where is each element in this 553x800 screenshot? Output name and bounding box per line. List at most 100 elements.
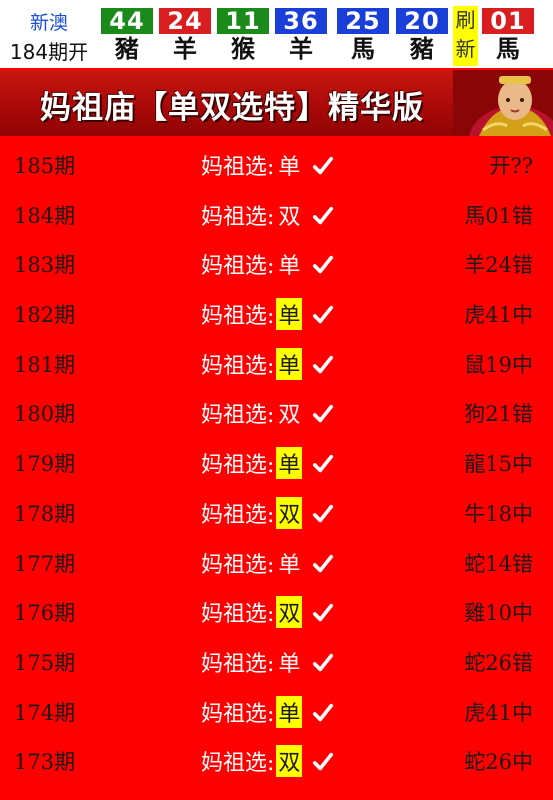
prediction-row: 184期 妈祖选: 双 馬01错 [0,188,553,238]
pick-label: 妈祖选: [201,751,275,777]
result-label: 牛18中 [464,501,533,526]
period-label: 180期 [14,402,76,427]
pick-value: 双 [276,496,303,529]
prediction-row: 180期 妈祖选: 双 狗21错 [0,386,553,436]
checkmark-icon [312,403,334,425]
period-label: 183期 [14,253,76,278]
ball-zodiac: 豬 [115,34,139,63]
ball-number: 01 [482,8,534,34]
pick-label: 妈祖选: [201,155,275,180]
checkmark-icon [312,503,334,525]
pick-label: 妈祖选: [201,701,275,727]
ball-number: 20 [396,8,448,34]
prediction-row: 175期 妈祖选: 单 蛇26错 [0,635,553,685]
result-label: 蛇14错 [464,551,533,576]
pick-cell: 妈祖选: 单 [201,447,334,480]
period-label: 185期 [14,154,76,178]
ball-number: 11 [217,8,269,34]
checkmark-icon [312,205,334,227]
pick-value: 单 [276,695,303,728]
draw-result-bar: 新澳 184期开 44 豬 24 羊 11 猴 36 羊 25 馬 20 豬 刷… [0,0,553,68]
result-label: 馬01错 [464,203,533,228]
pick-label: 妈祖选: [201,651,275,677]
pick-value: 双 [278,403,301,429]
checkmark-icon [312,751,334,773]
prediction-row: 179期 妈祖选: 单 龍15中 [0,436,553,486]
pick-cell: 妈祖选: 双 [201,596,334,629]
result-label: 雞10中 [464,601,533,626]
checkmark-icon [312,453,334,475]
pick-label: 妈祖选: [201,502,275,528]
pick-cell: 妈祖选: 单 [201,347,334,380]
result-label: 羊24错 [464,253,533,278]
refresh-button[interactable]: 刷 新 [453,6,478,66]
pick-value: 双 [278,204,301,230]
prediction-row: 173期 妈祖选: 双 蛇26中 [0,734,553,784]
pick-cell: 妈祖选: 单 [201,149,334,181]
period-label: 173期 [14,750,76,775]
ball-2: 24 羊 [159,8,211,64]
prediction-row: 178期 妈祖选: 双 牛18中 [0,486,553,536]
result-label: 蛇26中 [464,750,533,775]
ball-3: 11 猴 [217,8,269,64]
ball-number: 36 [275,8,327,34]
result-label: 蛇26错 [464,650,533,675]
pick-value: 双 [276,596,303,629]
result-label: 鼠19中 [464,352,533,377]
period-label: 182期 [14,303,76,328]
prediction-row: 176期 妈祖选: 双 雞10中 [0,585,553,635]
checkmark-icon [312,652,334,674]
checkmark-icon [312,702,334,724]
pick-cell: 妈祖选: 单 [201,646,334,678]
pick-label: 妈祖选: [201,254,275,280]
pick-cell: 妈祖选: 双 [201,397,334,429]
pick-value: 单 [278,254,301,280]
ball-5: 25 馬 [337,8,389,64]
pick-value: 单 [276,298,303,331]
pick-value: 单 [276,347,303,380]
pick-cell: 妈祖选: 单 [201,248,334,280]
pick-label: 妈祖选: [201,353,275,379]
pick-value: 单 [278,155,301,180]
pick-label: 妈祖选: [201,453,275,479]
ball-number: 44 [101,8,153,34]
pick-value: 单 [278,651,301,677]
period-label: 181期 [14,352,76,377]
refresh-label-1: 刷 [455,8,476,32]
checkmark-icon [312,354,334,376]
period-label: 184期 [14,203,76,228]
period-label: 176期 [14,601,76,626]
pick-value: 单 [276,447,303,480]
period-label: 175期 [14,650,76,675]
pick-label: 妈祖选: [201,304,275,330]
ball-zodiac: 馬 [351,34,375,63]
banner: 妈祖庙【单双选特】精华版 [0,70,553,136]
prediction-row: 182期 妈祖选: 单 虎41中 [0,287,553,337]
prediction-list: 185期 妈祖选: 单开?? 184期 妈祖选: 双馬01错 183期 妈祖选: 单羊24错 18… [0,138,553,784]
banner-title: 妈祖庙【单双选特】精华版 [40,90,424,126]
result-label: 虎41中 [464,303,533,328]
checkmark-icon [312,304,334,326]
ball-6: 20 豬 [396,8,448,64]
ball-number: 24 [159,8,211,34]
pick-cell: 妈祖选: 双 [201,199,334,231]
period-open-label: 184期开 [9,40,89,64]
pick-value: 单 [278,552,301,578]
ball-number: 25 [337,8,389,34]
ball-zodiac: 猴 [231,34,255,63]
ball-zodiac: 羊 [289,34,313,63]
pick-label: 妈祖选: [201,602,275,628]
pick-label: 妈祖选: [201,403,275,429]
result-label: 龍15中 [464,452,533,477]
pick-label: 妈祖选: [201,204,275,230]
mazu-statue-image [453,70,553,136]
result-label: 开?? [489,154,533,178]
pick-cell: 妈祖选: 单 [201,695,334,728]
checkmark-icon [312,602,334,624]
prediction-row: 185期 妈祖选: 单 开?? [0,138,553,188]
result-label: 狗21错 [464,402,533,427]
ball-4: 36 羊 [275,8,327,64]
period-label: 177期 [14,551,76,576]
pick-label: 妈祖选: [201,552,275,578]
ball-zodiac: 馬 [496,34,520,63]
